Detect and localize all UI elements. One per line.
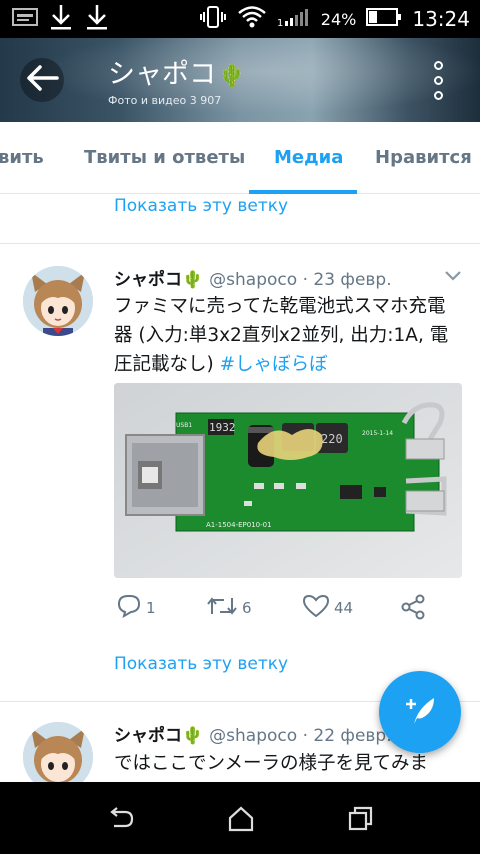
show-thread-link[interactable]: Показать эту ветку bbox=[114, 196, 288, 216]
author-name[interactable]: シャポコ bbox=[114, 270, 182, 290]
hashtag-link[interactable]: #しゃぼらぼ bbox=[220, 354, 328, 375]
tab-likes[interactable]: Нравится bbox=[375, 122, 472, 194]
reply-count: 1 bbox=[146, 599, 156, 617]
retweet-count: 6 bbox=[242, 599, 252, 617]
cactus-emoji: 🌵 bbox=[218, 64, 246, 89]
more-dot bbox=[433, 75, 443, 85]
status-bar: 1 24% 13:24 bbox=[0, 0, 480, 38]
feather-plus-icon bbox=[400, 690, 440, 734]
coil-label: 220 bbox=[321, 432, 343, 446]
clock: 13:24 bbox=[412, 7, 470, 31]
reply-button[interactable]: 1 bbox=[116, 594, 156, 622]
wifi-icon bbox=[237, 4, 267, 34]
share-icon bbox=[400, 594, 426, 624]
tab-media[interactable]: Медиа bbox=[274, 122, 343, 194]
like-button[interactable]: 44 bbox=[302, 594, 353, 622]
pcb-text: A1-1504-EP010-01 bbox=[206, 521, 272, 529]
author-handle: @shapoco · 23 февр. bbox=[209, 270, 392, 290]
tab-tweets-and-replies[interactable]: Твиты и ответы bbox=[84, 122, 245, 194]
profile-name: シャポコ bbox=[108, 59, 216, 90]
battery-percent: 24% bbox=[320, 9, 357, 29]
download-icon bbox=[48, 3, 74, 35]
back-button[interactable] bbox=[20, 58, 64, 102]
divider bbox=[0, 243, 480, 244]
avatar[interactable] bbox=[23, 266, 93, 336]
share-button[interactable] bbox=[400, 594, 426, 624]
tweet-text: ではここでンメーラの様子を見てみま bbox=[114, 753, 428, 774]
tweet-media-image[interactable]: 1932 USB1 220 A1-1504-EP010-01 2015-1-14 bbox=[114, 383, 462, 578]
svg-text:1: 1 bbox=[277, 18, 283, 28]
recent-apps-nav-icon[interactable] bbox=[346, 804, 376, 834]
back-nav-icon[interactable] bbox=[106, 804, 136, 834]
tweet-actions: 1 6 44 bbox=[114, 594, 464, 624]
profile-header: シャポコ🌵 Фото и видео 3 907 bbox=[0, 38, 480, 122]
download-icon bbox=[84, 3, 110, 35]
signal-icon: 1 bbox=[277, 6, 311, 32]
battery-icon bbox=[366, 7, 402, 31]
show-thread-link[interactable]: Показать эту ветку bbox=[114, 654, 288, 674]
arrow-left-icon bbox=[25, 64, 59, 96]
ic-label: 1932 bbox=[209, 421, 236, 434]
retweet-icon bbox=[206, 594, 238, 622]
profile-title: シャポコ🌵 bbox=[108, 52, 245, 91]
active-tab-indicator bbox=[249, 190, 357, 194]
vibrate-icon bbox=[199, 5, 227, 33]
pcb-date: 2015-1-14 bbox=[362, 430, 393, 437]
system-navigation-bar bbox=[0, 782, 480, 854]
tweet-header: シャポコ🌵 @shapoco · 22 февр. bbox=[114, 721, 392, 746]
like-count: 44 bbox=[334, 599, 354, 617]
author-name[interactable]: シャポコ bbox=[114, 726, 182, 746]
image-icon bbox=[12, 7, 38, 31]
profile-tabs: вить Твиты и ответы Медиа Нравится bbox=[0, 122, 480, 194]
cactus-emoji: 🌵 bbox=[182, 726, 204, 746]
chevron-down-icon[interactable] bbox=[444, 268, 462, 287]
tab-tweets[interactable]: вить bbox=[0, 122, 44, 194]
more-options-button[interactable] bbox=[416, 56, 460, 104]
retweet-button[interactable]: 6 bbox=[206, 594, 252, 622]
media-count: Фото и видео 3 907 bbox=[108, 94, 222, 107]
cactus-emoji: 🌵 bbox=[182, 270, 204, 290]
usb-label: USB1 bbox=[176, 422, 192, 429]
reply-icon bbox=[116, 594, 142, 622]
home-nav-icon[interactable] bbox=[226, 804, 256, 834]
compose-tweet-button[interactable] bbox=[379, 671, 461, 753]
author-handle: @shapoco · 22 февр. bbox=[209, 726, 392, 746]
tweet-header: シャポコ🌵 @shapoco · 23 февр. bbox=[114, 265, 392, 290]
heart-icon bbox=[302, 594, 330, 622]
more-vertical-icon bbox=[433, 60, 443, 70]
tweet-text: ファミマに売ってた乾電池式スマホ充電器 (入力:単3x2直列x2並列, 出力:1… bbox=[114, 292, 464, 379]
more-dot bbox=[433, 90, 443, 100]
